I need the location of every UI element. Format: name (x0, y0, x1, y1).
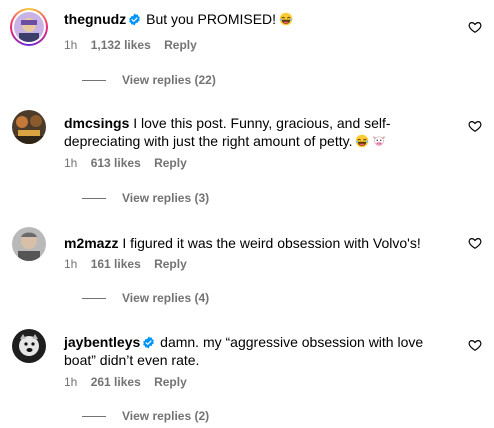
comment-meta: 1h 261 likes Reply (64, 375, 197, 389)
likes-count[interactable]: 613 likes (91, 156, 141, 170)
comment-meta: 1h 613 likes Reply (64, 156, 197, 170)
reply-button[interactable]: Reply (154, 375, 187, 389)
likes-count[interactable]: 1,132 likes (91, 38, 151, 52)
reply-button[interactable]: Reply (164, 38, 197, 52)
heart-icon (468, 121, 482, 132)
like-heart-button[interactable] (468, 20, 482, 34)
timestamp: 1h (64, 156, 78, 170)
comment-meta: 1h 1,132 likes Reply (64, 38, 207, 52)
avatar-image (12, 329, 46, 363)
timestamp: 1h (64, 375, 78, 389)
comment-body: dmcsings I love this post. Funny, gracio… (64, 114, 454, 150)
timestamp: 1h (64, 257, 78, 271)
view-replies-button[interactable]: View replies (2) (82, 409, 209, 423)
avatar-image (14, 12, 44, 42)
view-replies-label: View replies (4) (122, 291, 210, 305)
heart-icon (468, 22, 482, 33)
view-replies-button[interactable]: View replies (22) (82, 73, 216, 87)
view-replies-button[interactable]: View replies (3) (82, 191, 209, 205)
laughing-emoji-icon (279, 12, 293, 26)
like-heart-button[interactable] (468, 236, 482, 250)
likes-count[interactable]: 261 likes (91, 375, 141, 389)
timestamp: 1h (64, 38, 78, 52)
view-replies-label: View replies (3) (122, 191, 210, 205)
replies-divider (82, 79, 106, 81)
heart-icon (468, 238, 482, 249)
avatar[interactable] (12, 110, 46, 144)
heart-icon (468, 340, 482, 351)
comment-body: jaybentleys damn. my “aggressive obsessi… (64, 333, 454, 369)
comment-text: I figured it was the weird obsession wit… (122, 235, 421, 251)
view-replies-button[interactable]: View replies (4) (82, 291, 209, 305)
comment-meta: 1h 161 likes Reply (64, 257, 197, 271)
reply-button[interactable]: Reply (154, 257, 187, 271)
like-heart-button[interactable] (468, 338, 482, 352)
username[interactable]: jaybentleys (64, 334, 140, 350)
avatar-image (12, 227, 46, 261)
avatar[interactable] (12, 329, 46, 363)
avatar-image (12, 110, 46, 144)
username[interactable]: thegnudz (64, 11, 126, 27)
username[interactable]: m2mazz (64, 235, 118, 251)
avatar[interactable] (10, 8, 48, 46)
view-replies-label: View replies (2) (122, 409, 210, 423)
cow-emoji-icon (373, 136, 386, 146)
replies-divider (82, 197, 106, 199)
laughing-emoji-icon (356, 134, 369, 148)
comment-text: But you PROMISED! (146, 11, 277, 27)
verified-badge-icon (143, 336, 155, 349)
verified-badge-icon (129, 13, 141, 26)
replies-divider (82, 297, 106, 299)
avatar[interactable] (12, 227, 46, 261)
like-heart-button[interactable] (468, 119, 482, 133)
comment-body: thegnudz But you PROMISED! (64, 10, 454, 28)
comment-body: m2mazz I figured it was the weird obsess… (64, 234, 454, 252)
likes-count[interactable]: 161 likes (91, 257, 141, 271)
username[interactable]: dmcsings (64, 115, 129, 131)
reply-button[interactable]: Reply (154, 156, 187, 170)
replies-divider (82, 415, 106, 417)
view-replies-label: View replies (22) (122, 73, 216, 87)
